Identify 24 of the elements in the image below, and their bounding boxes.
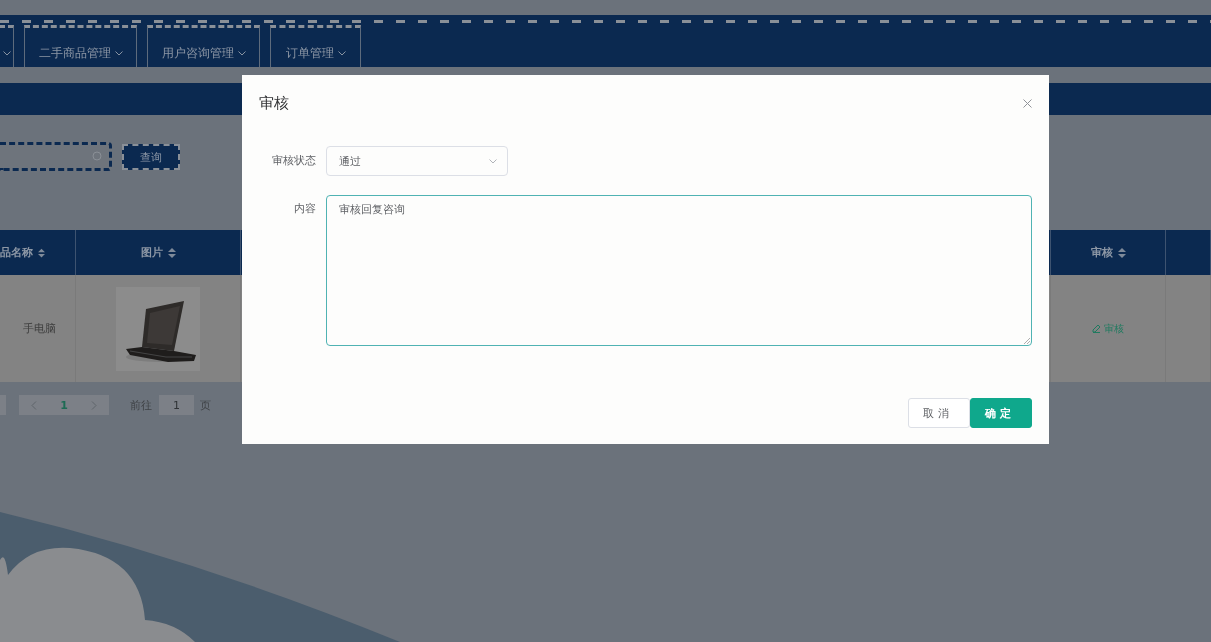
nav-item[interactable]: 用户咨询管理: [147, 25, 260, 67]
nav-item[interactable]: 二手商品管理: [24, 25, 137, 67]
search-button[interactable]: 查询: [122, 144, 180, 170]
table-cell-text: 手电脑: [22, 321, 56, 336]
field-label: 内容: [292, 201, 316, 217]
dialog-title: 审核: [259, 93, 289, 113]
column-header[interactable]: 审核: [1051, 230, 1166, 275]
page-input[interactable]: 1: [159, 395, 194, 415]
column-header[interactable]: 品名称: [0, 230, 76, 275]
field-label: 审核状态: [271, 153, 316, 169]
status-select[interactable]: 通过: [326, 146, 508, 176]
caret-icon: [489, 158, 497, 164]
confirm-button[interactable]: 确定: [970, 398, 1032, 428]
search-icon: [92, 151, 103, 162]
cancel-button[interactable]: 取消: [908, 398, 970, 428]
content-textarea[interactable]: 审核回复咨询: [325, 195, 1032, 346]
close-icon[interactable]: [1023, 98, 1032, 108]
nav-item[interactable]: 订单管理: [270, 25, 361, 67]
column-header: [1166, 230, 1211, 275]
nav-item[interactable]: [0, 25, 14, 67]
edit-icon: [1092, 324, 1101, 333]
column-header[interactable]: 图片: [76, 230, 241, 275]
resize-handle-icon[interactable]: [1024, 338, 1030, 344]
search-field[interactable]: [0, 142, 112, 171]
